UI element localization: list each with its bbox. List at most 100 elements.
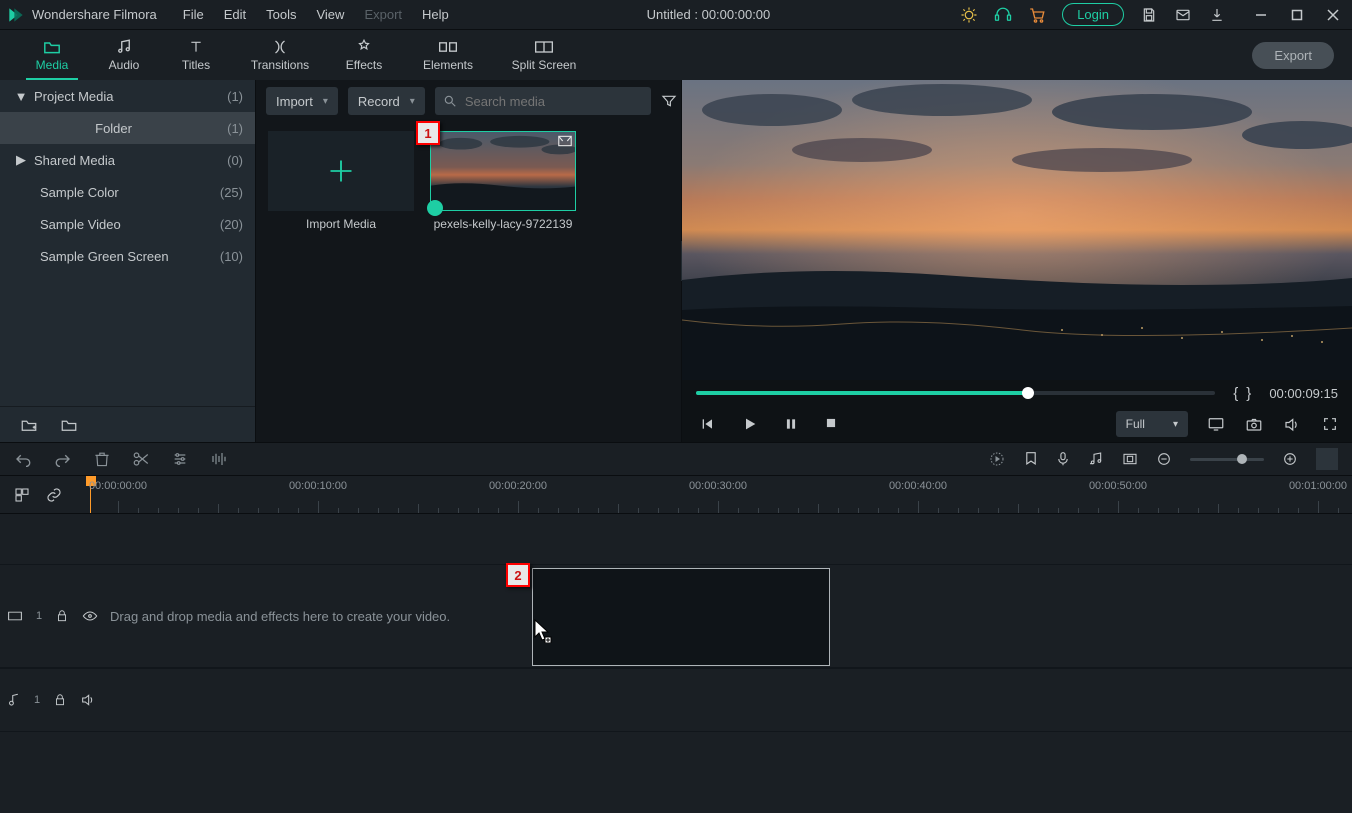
annotation-badge-2: 2: [506, 563, 530, 587]
audio-track[interactable]: 1: [0, 668, 1352, 732]
edit-tools-button[interactable]: [172, 451, 188, 467]
menu-tools[interactable]: Tools: [258, 3, 304, 26]
import-dropdown[interactable]: Import ▾: [266, 87, 338, 115]
search-input[interactable]: [463, 93, 643, 110]
marker-button[interactable]: [1024, 450, 1038, 468]
mark-out-icon[interactable]: }: [1246, 385, 1251, 402]
play-button[interactable]: [742, 416, 758, 432]
tab-audio[interactable]: Audio: [88, 30, 160, 80]
folder-icon[interactable]: [60, 417, 78, 433]
audio-tools-button[interactable]: [210, 451, 228, 467]
zoom-in-button[interactable]: [1282, 451, 1298, 467]
chevron-down-icon: ▾: [1173, 419, 1178, 430]
link-icon[interactable]: [46, 487, 62, 503]
sidebar-item-shared-media[interactable]: ▶ Shared Media (0): [0, 144, 255, 176]
ruler-label: 00:00:50:00: [1089, 480, 1147, 492]
ruler-label: 00:00:00:00: [89, 480, 147, 492]
mail-icon[interactable]: [1174, 6, 1192, 24]
trim-knob[interactable]: [427, 200, 443, 216]
voiceover-button[interactable]: [1056, 450, 1070, 468]
seek-thumb[interactable]: [1022, 387, 1034, 399]
tab-elements[interactable]: Elements: [400, 30, 496, 80]
import-label: Import: [276, 94, 313, 109]
cart-icon[interactable]: [1028, 6, 1046, 24]
redo-button[interactable]: [54, 451, 72, 467]
pause-button[interactable]: [784, 416, 798, 432]
media-cell-clip[interactable]: pexels-kelly-lacy-9722139 1: [430, 131, 576, 231]
login-button[interactable]: Login: [1062, 3, 1124, 26]
menu-file[interactable]: File: [175, 3, 212, 26]
export-button[interactable]: Export: [1252, 42, 1334, 69]
clip-thumbnail: [431, 132, 575, 210]
save-icon[interactable]: [1140, 6, 1158, 24]
maximize-button[interactable]: [1288, 6, 1306, 24]
filter-icon[interactable]: [661, 91, 677, 111]
menu-help[interactable]: Help: [414, 3, 457, 26]
mark-in-icon[interactable]: {: [1233, 385, 1238, 402]
download-icon[interactable]: [1208, 6, 1226, 24]
tab-label: Audio: [109, 58, 140, 72]
clip-options-icon[interactable]: [558, 135, 572, 147]
support-icon[interactable]: [994, 6, 1012, 24]
fullscreen-icon[interactable]: [1320, 414, 1340, 434]
tab-media[interactable]: Media: [16, 30, 88, 80]
display-icon[interactable]: [1206, 414, 1226, 434]
stop-button[interactable]: [824, 416, 838, 432]
sidebar-item-label: Project Media: [34, 89, 227, 104]
menu-view[interactable]: View: [308, 3, 352, 26]
video-track-body[interactable]: Drag and drop media and effects here to …: [86, 565, 1352, 667]
chevron-down-icon: ▾: [323, 96, 328, 107]
annotation-badge-1: 1: [416, 121, 440, 145]
render-button[interactable]: [988, 450, 1006, 468]
tab-transitions[interactable]: Transitions: [232, 30, 328, 80]
plus-icon: [327, 157, 355, 185]
record-dropdown[interactable]: Record▾: [348, 87, 425, 115]
tips-icon[interactable]: [960, 6, 978, 24]
sidebar-item-count: (0): [227, 153, 243, 168]
zoom-out-button[interactable]: [1156, 451, 1172, 467]
chevron-down-icon: ▾: [410, 96, 415, 107]
zoom-slider[interactable]: [1190, 458, 1264, 461]
media-search[interactable]: [435, 87, 651, 115]
title-bar: Wondershare Filmora File Edit Tools View…: [0, 0, 1352, 30]
media-caption: pexels-kelly-lacy-9722139: [430, 217, 576, 231]
preview-seekbar[interactable]: [696, 391, 1215, 395]
sidebar-item-sample-green[interactable]: Sample Green Screen (10): [0, 240, 255, 272]
close-button[interactable]: [1324, 6, 1342, 24]
crop-button[interactable]: [1122, 452, 1138, 466]
delete-button[interactable]: [94, 450, 110, 468]
quality-label: Full: [1126, 417, 1145, 431]
timeline: 1 Drag and drop media and effects here t…: [0, 514, 1352, 813]
tab-titles[interactable]: Titles: [160, 30, 232, 80]
zoom-fit-button[interactable]: [1316, 448, 1338, 470]
snapshot-icon[interactable]: [1244, 414, 1264, 434]
new-folder-icon[interactable]: [20, 417, 38, 433]
volume-icon[interactable]: [1282, 414, 1302, 434]
sidebar-item-project-media[interactable]: ▼ Project Media (1): [0, 80, 255, 112]
tab-effects[interactable]: Effects: [328, 30, 400, 80]
sidebar-item-sample-color[interactable]: Sample Color (25): [0, 176, 255, 208]
sidebar-item-count: (10): [220, 249, 243, 264]
preview-viewport[interactable]: [682, 80, 1352, 380]
track-manager-icon[interactable]: [14, 487, 30, 503]
preview-quality-dropdown[interactable]: Full ▾: [1116, 411, 1188, 437]
video-track[interactable]: 1 Drag and drop media and effects here t…: [0, 564, 1352, 668]
media-cell-import[interactable]: Import Media: [268, 131, 414, 231]
search-icon: [443, 94, 457, 108]
split-button[interactable]: [132, 450, 150, 468]
timeline-ruler[interactable]: 00:00:00:0000:00:10:0000:00:20:0000:00:3…: [86, 476, 1352, 513]
audio-mixer-button[interactable]: [1088, 451, 1104, 467]
lock-icon[interactable]: [54, 693, 66, 707]
step-back-button[interactable]: [700, 416, 716, 432]
audio-track-body[interactable]: [86, 669, 1352, 731]
undo-button[interactable]: [14, 451, 32, 467]
sidebar-item-folder[interactable]: Folder (1): [0, 112, 255, 144]
sidebar-item-sample-video[interactable]: Sample Video (20): [0, 208, 255, 240]
sidebar-item-count: (25): [220, 185, 243, 200]
minimize-button[interactable]: [1252, 6, 1270, 24]
project-title: Untitled : 00:00:00:00: [457, 7, 960, 22]
menu-edit[interactable]: Edit: [216, 3, 254, 26]
zoom-thumb[interactable]: [1237, 454, 1247, 464]
tab-split-screen[interactable]: Split Screen: [496, 30, 592, 80]
lock-icon[interactable]: [56, 609, 68, 623]
